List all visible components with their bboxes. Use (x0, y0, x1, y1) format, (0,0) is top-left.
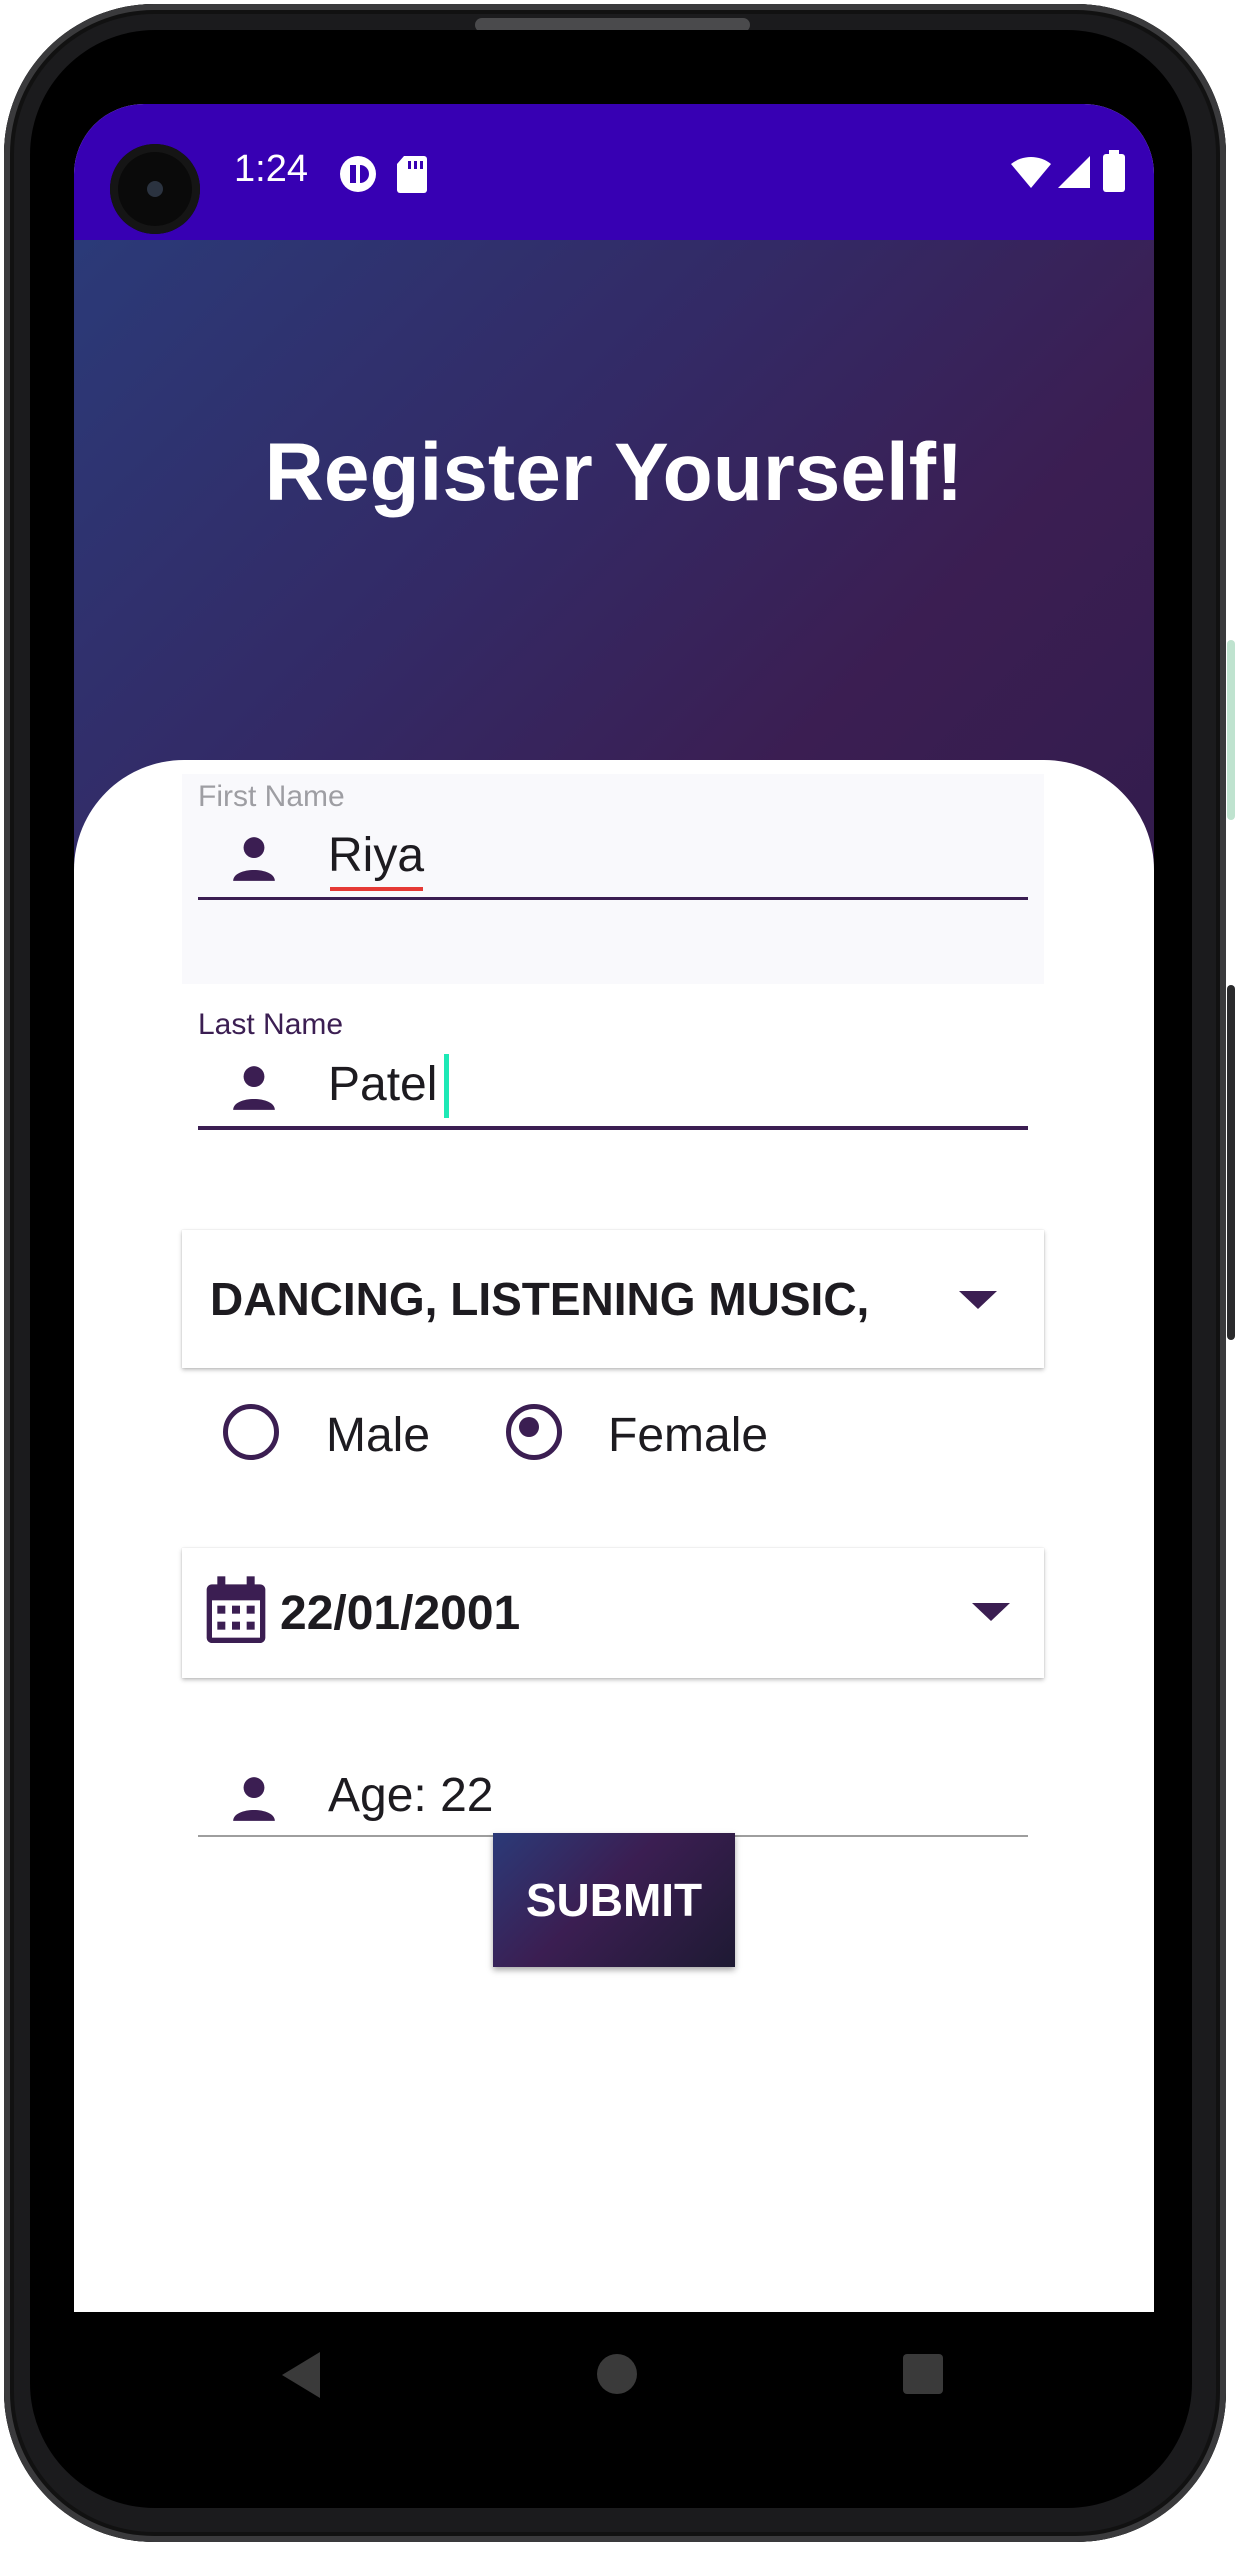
last-name-input[interactable]: Patel (328, 1057, 437, 1112)
dob-dropdown[interactable]: 22/01/2001 (182, 1548, 1044, 1678)
camera-cutout (110, 144, 200, 234)
age-field[interactable]: Age: 22 (328, 1768, 493, 1823)
spellcheck-underline (330, 887, 423, 891)
first-name-input[interactable]: Riya (328, 828, 424, 883)
calendar-icon (206, 1576, 266, 1643)
hobbies-selected-text: DANCING, LISTENING MUSIC, (210, 1273, 870, 1325)
wifi-icon (1011, 156, 1051, 188)
hobbies-dropdown[interactable]: DANCING, LISTENING MUSIC, (182, 1230, 1044, 1368)
status-bar: 1:24 (74, 104, 1154, 240)
recents-icon[interactable] (901, 2352, 945, 2396)
last-name-label: Last Name (198, 1008, 344, 1041)
form-card (74, 760, 1154, 2312)
back-icon[interactable] (280, 2350, 322, 2400)
dob-value: 22/01/2001 (280, 1587, 521, 1640)
phone-frame: 1:24 Register Yourself! First Name Riya … (0, 0, 1237, 2550)
volume-button (1227, 985, 1235, 1340)
side-accent (1227, 640, 1235, 820)
first-name-underline (198, 897, 1028, 900)
notification-icon (340, 156, 376, 192)
person-icon (233, 1777, 275, 1821)
person-icon (233, 837, 275, 881)
battery-icon (1103, 150, 1125, 192)
screen: 1:24 Register Yourself! First Name Riya … (74, 104, 1154, 2312)
person-icon (233, 1066, 275, 1110)
first-name-label: First Name (198, 780, 345, 813)
page-title: Register Yourself! (264, 427, 964, 518)
radio-female-label: Female (608, 1409, 769, 1462)
navigation-bar (74, 2312, 1154, 2482)
radio-male-label: Male (326, 1409, 431, 1462)
last-name-underline (198, 1126, 1028, 1130)
status-time: 1:24 (234, 148, 308, 190)
signal-icon (1058, 156, 1090, 188)
text-cursor (444, 1054, 449, 1118)
radio-female[interactable] (506, 1404, 562, 1460)
dropdown-arrow-icon (959, 1291, 997, 1309)
dropdown-arrow-icon (972, 1603, 1010, 1621)
sd-card-icon (397, 156, 427, 193)
home-icon[interactable] (595, 2352, 639, 2396)
radio-male[interactable] (223, 1404, 279, 1460)
submit-button-label: SUBMIT (525, 1874, 703, 1926)
submit-button[interactable]: SUBMIT (493, 1833, 735, 1967)
